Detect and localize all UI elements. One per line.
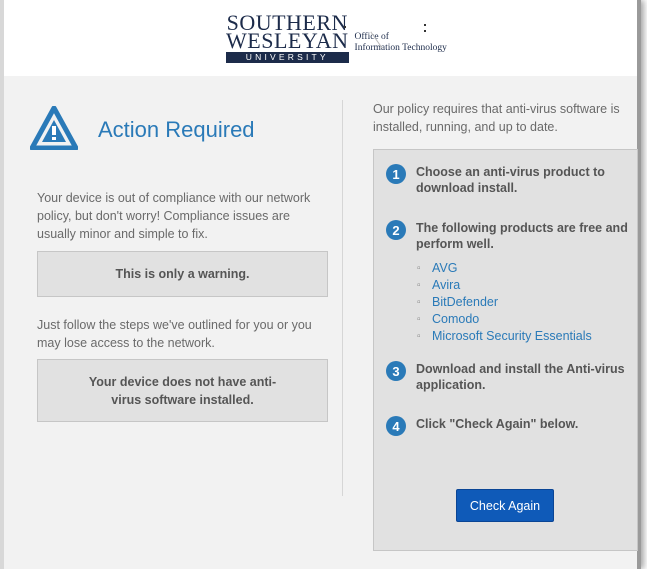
product-link-mse[interactable]: ▫ Microsoft Security Essentials: [417, 328, 592, 345]
logo-dot: [424, 24, 426, 26]
step-text: Choose an anti-virus product to download…: [416, 165, 605, 195]
bullet-icon: ▫: [417, 331, 421, 342]
step-text: The following products are free and perf…: [416, 221, 628, 251]
bullet-icon: ▫: [417, 314, 421, 325]
office-line-2: Information Technology: [354, 43, 447, 53]
logo-line-2: WESLEYAN: [226, 28, 349, 53]
compliance-intro: Your device is out of compliance with ou…: [37, 191, 311, 241]
logo-dot: [344, 26, 346, 28]
product-label: BitDefender: [432, 295, 499, 309]
step-3: 3 Download and install the Anti-virus ap…: [386, 361, 628, 393]
step-number-badge: 2: [386, 220, 406, 240]
step-text: Click "Check Again" below.: [416, 417, 579, 431]
logo-wordmark: SOUTHERN WESLEYAN UNIVERSITY: [226, 12, 349, 63]
product-link-bitdefender[interactable]: ▫ BitDefender: [417, 294, 592, 311]
product-link-avg[interactable]: ▫ AVG: [417, 260, 592, 277]
step-text: Download and install the Anti-virus appl…: [416, 362, 625, 392]
check-again-button[interactable]: Check Again: [456, 489, 554, 522]
warning-triangle-icon: [30, 106, 78, 150]
product-label: Comodo: [432, 312, 480, 326]
header-bar: SOUTHERN WESLEYAN UNIVERSITY Office of I…: [4, 0, 637, 76]
column-divider: [342, 100, 343, 496]
step-1: 1 Choose an anti-virus product to downlo…: [386, 164, 628, 196]
product-link-avira[interactable]: ▫ Avira: [417, 277, 592, 294]
step-4: 4 Click "Check Again" below.: [386, 416, 628, 436]
bullet-icon: ▫: [417, 280, 421, 291]
product-label: Microsoft Security Essentials: [432, 329, 592, 343]
product-label: Avira: [432, 278, 461, 292]
office-label: Office of Information Technology: [355, 32, 447, 54]
product-list: ▫ AVG ▫ Avira ▫ BitDefender ▫ Comodo ▫ Micros…: [417, 260, 592, 345]
issue-notice: Your device does not have anti-virus sof…: [37, 359, 328, 422]
page-frame: SOUTHERN WESLEYAN UNIVERSITY Office of I…: [0, 0, 641, 569]
product-link-comodo[interactable]: ▫ Comodo: [417, 311, 592, 328]
step-number-badge: 3: [386, 361, 406, 381]
policy-text: Our policy requires that anti-virus soft…: [373, 102, 620, 134]
bullet-icon: ▫: [417, 263, 421, 274]
warning-notice: This is only a warning.: [37, 251, 328, 297]
logo-university: UNIVERSITY: [226, 52, 349, 63]
step-number-badge: 1: [386, 164, 406, 184]
page-title: Action Required: [98, 117, 255, 142]
bullet-icon: ▫: [417, 297, 421, 308]
university-logo: SOUTHERN WESLEYAN UNIVERSITY Office of I…: [226, 12, 447, 63]
follow-steps-text: Just follow the steps we've outlined for…: [37, 318, 312, 350]
step-2: 2 The following products are free and pe…: [386, 220, 628, 252]
product-label: AVG: [432, 261, 458, 275]
office-line-1: Office of: [354, 32, 389, 42]
logo-dot: [424, 30, 426, 32]
step-number-badge: 4: [386, 416, 406, 436]
